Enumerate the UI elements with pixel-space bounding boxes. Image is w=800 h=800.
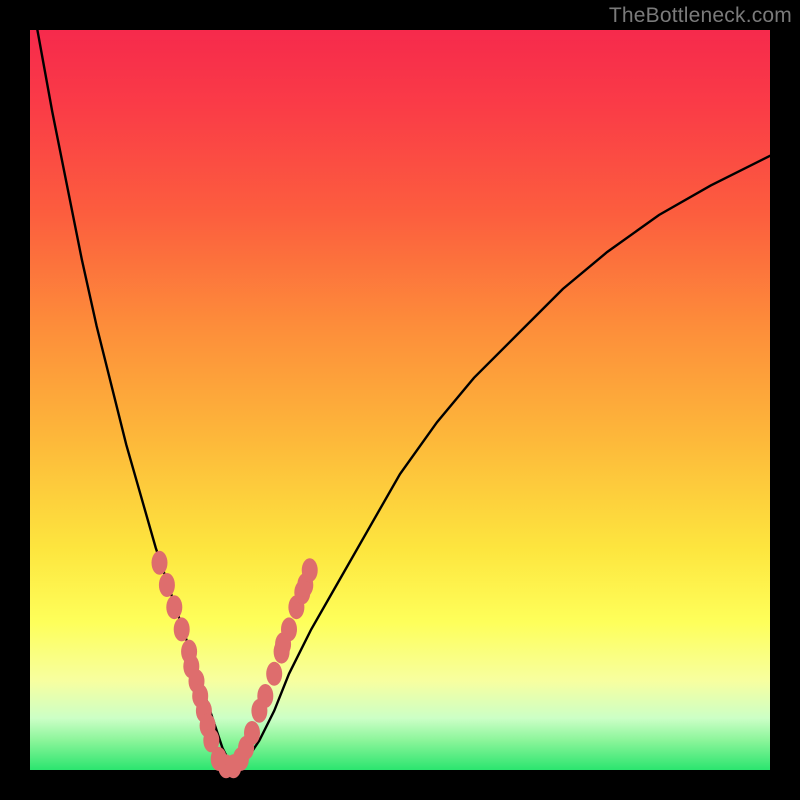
data-point [266,662,282,686]
data-point [166,595,182,619]
data-point [257,684,273,708]
data-point [174,617,190,641]
curve-overlay [30,30,770,770]
data-point [302,558,318,582]
watermark-text: TheBottleneck.com [609,4,792,28]
data-point [244,721,260,745]
bottleneck-curve [37,30,770,770]
data-point [152,551,168,575]
data-point [159,573,175,597]
data-point [281,617,297,641]
plot-area [30,30,770,770]
chart-canvas: TheBottleneck.com [0,0,800,800]
